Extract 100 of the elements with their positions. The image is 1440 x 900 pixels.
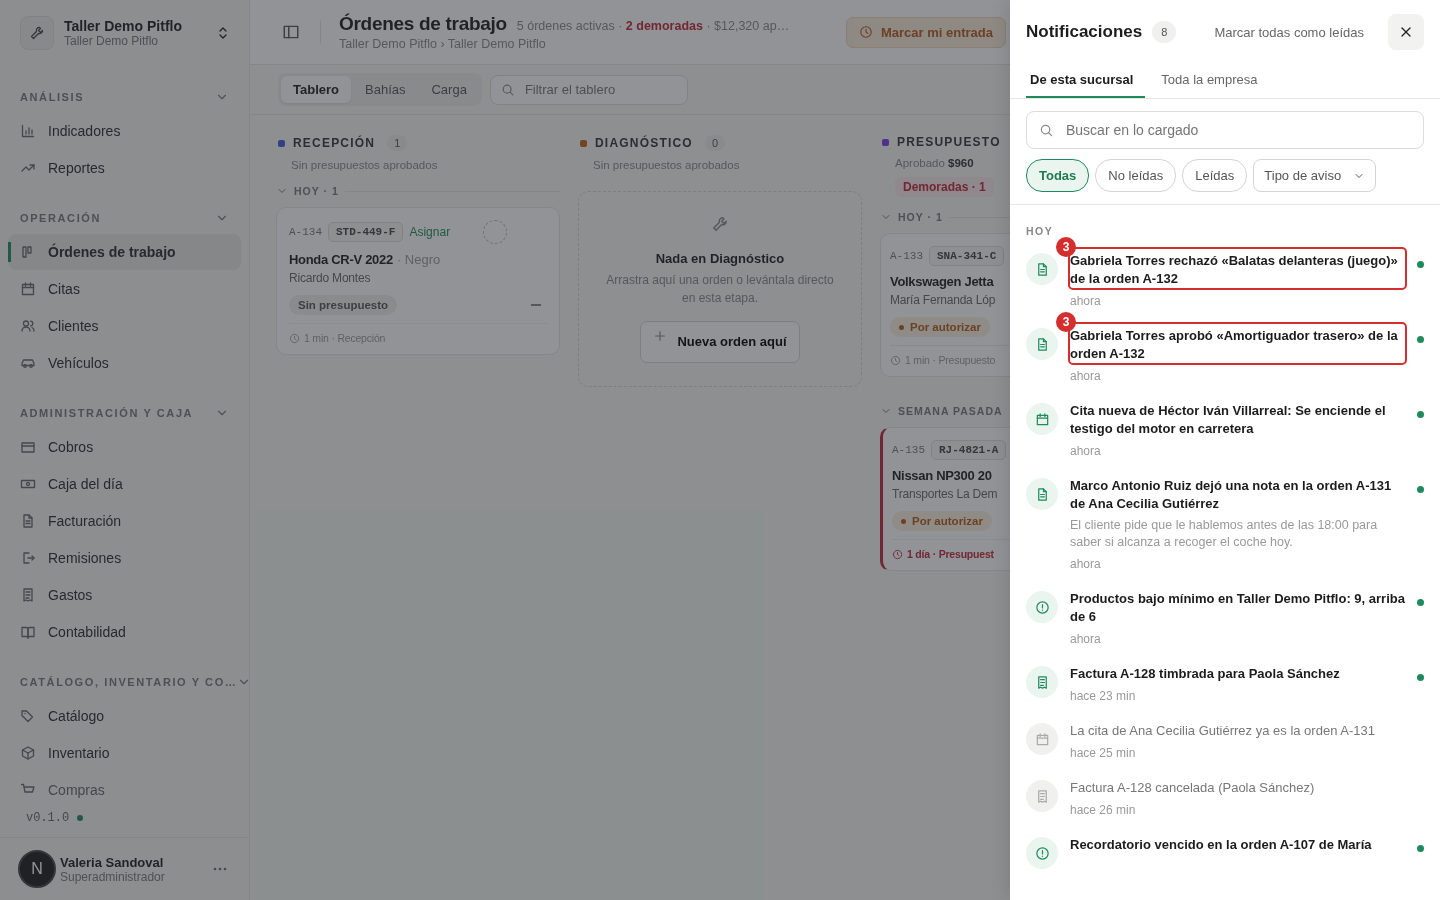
customer-name: Transportes La Dem [892, 487, 999, 501]
vehicle-name: Volkswagen Jetta [890, 274, 994, 289]
group-label[interactable]: SEMANA PASADA [898, 405, 1003, 417]
notification-text: El cliente pide que le hablemos antes de las 18:00 para saber si alcanza a recoger el coche hoy. [1070, 517, 1379, 551]
box-icon [20, 745, 36, 761]
sidebar-item[interactable]: Citas [8, 271, 241, 307]
backdrop-overlay[interactable] [0, 0, 1010, 900]
notification-time: ahora [1070, 557, 1102, 571]
sidebar-toggle-icon [282, 23, 300, 41]
sidebar-item[interactable]: Cobros [8, 429, 241, 465]
export-icon [20, 550, 36, 566]
view-tab[interactable]: Tablero [281, 76, 351, 103]
credit-card-icon [20, 439, 36, 455]
order-card[interactable]: A-135 RJ-4821-A Nissan NP300 20 Transportes La Dem Por autorizar 1 día · Presupuest [880, 427, 1010, 571]
vehicle-name: Nissan NP300 20 [892, 468, 992, 483]
notification-time: ahora [1070, 369, 1102, 383]
filter-input[interactable]: Filtrar el tablero [522, 81, 677, 98]
notification-time: hace 25 min [1070, 746, 1137, 760]
group-label[interactable]: HOY · 1 [898, 211, 943, 223]
notification-title[interactable]: Cita nueva de Héctor Iván Villarreal: Se enciende el testigo del motor en carretera [1070, 399, 1405, 438]
user-name: Valeria Sandoval [60, 854, 165, 870]
workspace-subtitle: Taller Demo Pitflo [64, 34, 160, 48]
active-indicator [8, 242, 11, 262]
license-plate: RJ-4821-A [931, 440, 1007, 460]
sidebar-item[interactable]: Vehículos [8, 345, 241, 381]
scope-tab[interactable]: De esta sucursal [1026, 64, 1146, 98]
assign-link[interactable]: Asignar [409, 225, 451, 239]
filter-chip[interactable]: Leídas [1182, 159, 1248, 192]
view-tab[interactable]: Carga [419, 76, 479, 103]
status-badge: Por autorizar [892, 511, 992, 531]
mark-all-read-button[interactable]: Marcar todas como leídas [1208, 23, 1370, 41]
alert-icon [1034, 599, 1050, 615]
column-title: DIAGNÓSTICO [595, 136, 693, 150]
sidebar-item[interactable]: Órdenes de trabajo [8, 234, 241, 270]
customer-name: Ricardo Montes [289, 271, 372, 285]
order-number: A-135 [892, 444, 925, 456]
status-badge: Por autorizar [890, 317, 990, 337]
notification-title[interactable]: Marco Antonio Ruiz dejó una nota en la orden A-131 de Ana Cecilia Gutiérrez [1070, 474, 1405, 513]
clock-icon [289, 332, 300, 344]
calendar-icon [1034, 731, 1050, 747]
sidebar-item[interactable]: Remisiones [8, 540, 241, 576]
close-button[interactable] [1388, 14, 1424, 50]
users-icon [20, 318, 36, 334]
sidebar-item[interactable]: Inventario [8, 735, 241, 771]
bar-chart-icon [20, 123, 36, 139]
filter-chip[interactable]: No leídas [1095, 159, 1177, 192]
user-role: Superadministrador [60, 869, 166, 884]
notification-title[interactable]: Factura A-128 timbrada para Paola Sánchez [1070, 662, 1405, 683]
status-dot [77, 815, 84, 821]
notification-title[interactable]: Productos bajo mínimo en Taller Demo Pitflo: 9, arriba de 6 [1070, 587, 1405, 626]
clock-icon [890, 354, 901, 366]
search-icon [500, 82, 515, 97]
section-title[interactable]: ADMINISTRACIÓN Y CAJA [20, 407, 194, 419]
book-icon [20, 624, 36, 640]
notification-time: ahora [1070, 294, 1102, 308]
wrench-icon [711, 215, 729, 234]
scope-tab[interactable]: Toda la empresa [1157, 64, 1270, 98]
section-title[interactable]: OPERACIÓN [20, 212, 102, 224]
number-badge: 3 [1056, 312, 1076, 332]
type-dropdown[interactable]: Tipo de aviso [1253, 159, 1377, 192]
notification-time: ahora [1070, 632, 1102, 646]
column-title: RECEPCIÓN [293, 136, 376, 150]
wrench-icon [29, 25, 45, 41]
sidebar-item[interactable]: Facturación [8, 503, 241, 539]
clock-in-button[interactable]: Marcar mi entrada [846, 16, 1006, 48]
sidebar-item[interactable]: Contabilidad [8, 614, 241, 650]
count-badge: 8 [1152, 21, 1177, 43]
filter-field[interactable]: Filtrar el tablero [489, 74, 688, 105]
notification-title[interactable]: Factura A-128 cancelada (Paola Sánchez) [1070, 776, 1405, 797]
group-label: HOY [1025, 224, 1055, 239]
section-title[interactable]: ANÁLISIS [20, 91, 85, 103]
alert-icon [1034, 845, 1050, 861]
orders-summary: 5 órdenes activas · 2 demoradas · $12,320 ap… [516, 19, 790, 33]
sidebar-item[interactable]: Caja del día [8, 466, 241, 502]
search-field[interactable]: Buscar en lo cargado [1026, 111, 1424, 149]
tag-icon [20, 708, 36, 724]
sidebar-item[interactable]: Gastos [8, 577, 241, 613]
sidebar-item[interactable]: Compras [8, 772, 241, 799]
sidebar-item[interactable]: Catálogo [8, 698, 241, 734]
workspace-name[interactable]: Taller Demo Pitflo [64, 18, 205, 34]
group-label[interactable]: HOY · 1 [294, 185, 339, 197]
dash-icon [531, 304, 541, 306]
new-order-button[interactable]: Nueva orden aquí [640, 320, 800, 363]
sidebar-item[interactable]: Reportes [8, 150, 241, 186]
view-tab[interactable]: Bahías [353, 76, 418, 103]
document-icon [20, 513, 36, 529]
notification-title[interactable]: Recordatorio vencido en la orden A-107 de María [1070, 833, 1405, 854]
section-title[interactable]: CATÁLOGO, INVENTARIO Y CO… [20, 676, 238, 688]
sidebar-item[interactable]: Indicadores [8, 113, 241, 149]
customer-name: María Fernanda Lóp [890, 293, 997, 307]
calendar-icon [1034, 411, 1050, 427]
number-badge: 3 [1056, 237, 1076, 257]
plus-icon [653, 328, 668, 343]
order-number: A-133 [890, 250, 923, 262]
sidebar-item[interactable]: Clientes [8, 308, 241, 344]
notification-title[interactable]: La cita de Ana Cecilia Gutiérrez ya es la orden A-131 [1070, 719, 1405, 740]
filter-chip[interactable]: Todas [1026, 159, 1090, 192]
delayed-badge[interactable]: Demoradas · 1 [895, 177, 994, 197]
more-icon [213, 867, 227, 871]
user-avatar[interactable]: N [18, 850, 56, 888]
